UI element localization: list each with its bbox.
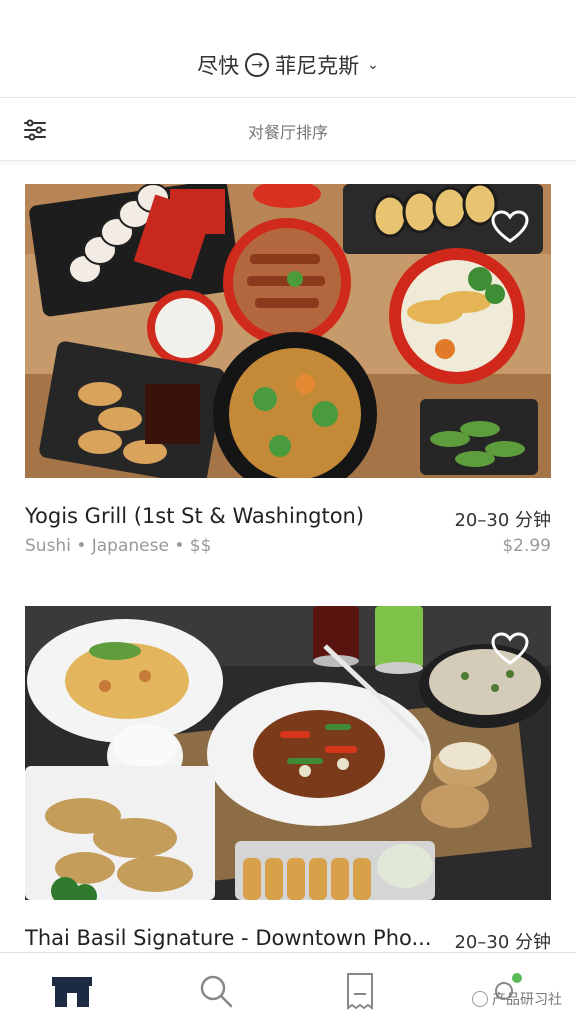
bottom-tab-bar: 产品研习社	[0, 952, 576, 1025]
city-label: 菲尼克斯	[275, 54, 360, 78]
restaurant-name[interactable]: Thai Basil Signature - Downtown Pho...	[25, 926, 437, 950]
restaurant-tags: Sushi • Japanese • $$	[25, 536, 212, 556]
delivery-fee: $2.99	[502, 536, 551, 556]
chevron-down-icon: ⌄	[367, 57, 379, 73]
delivery-time: 20–30 分钟	[454, 932, 551, 952]
sort-bar[interactable]: 对餐厅排序	[0, 99, 576, 161]
favorite-heart-icon[interactable]	[491, 210, 529, 244]
restaurant-name[interactable]: Yogis Grill (1st St & Washington)	[25, 504, 425, 528]
sort-restaurants-label[interactable]: 对餐厅排序	[0, 119, 576, 143]
storefront-icon	[52, 977, 92, 1007]
restaurant-feed[interactable]: Yogis Grill (1st St & Washington) 20–30 …	[0, 162, 576, 952]
delivery-time: 20–30 分钟	[454, 510, 551, 531]
watermark-text: 产品研习社	[492, 992, 562, 1008]
food-photo-illustration	[25, 606, 551, 900]
watermark: 产品研习社	[472, 989, 562, 1009]
restaurant-photo[interactable]	[25, 606, 551, 900]
favorite-heart-icon[interactable]	[491, 632, 529, 666]
top-header: 尽快 → 菲尼克斯 ⌄	[0, 0, 576, 98]
tab-orders[interactable]	[338, 969, 382, 1013]
tab-home[interactable]	[50, 969, 94, 1013]
food-photo-illustration	[25, 184, 551, 478]
arrow-right-icon: →	[245, 53, 270, 77]
tab-search[interactable]	[194, 969, 238, 1013]
wechat-logo-icon	[472, 991, 488, 1007]
delivery-time-label: 尽快	[197, 54, 240, 78]
search-icon	[200, 975, 233, 1008]
restaurant-card[interactable]: Thai Basil Signature - Downtown Pho... 2…	[25, 606, 551, 952]
delivery-location-selector[interactable]: 尽快 → 菲尼克斯 ⌄	[0, 50, 576, 80]
restaurant-card[interactable]: Yogis Grill (1st St & Washington) 20–30 …	[25, 184, 551, 564]
restaurant-photo[interactable]	[25, 184, 551, 478]
receipt-icon	[347, 973, 373, 1010]
